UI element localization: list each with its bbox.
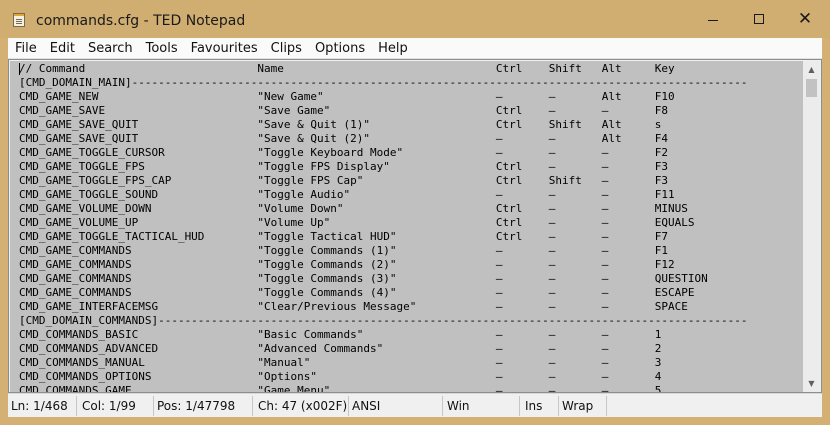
maximize-icon	[754, 14, 764, 24]
chevron-up-icon: ▲	[808, 65, 815, 74]
scroll-up-button[interactable]: ▲	[803, 61, 820, 78]
notepad-icon[interactable]	[13, 13, 25, 27]
close-icon: ✕	[797, 8, 813, 29]
text-line: CMD_GAME_TOGGLE_FPS_CAP "Toggle FPS Cap"…	[19, 174, 669, 187]
menu-clips[interactable]: Clips	[264, 38, 308, 59]
text-line: CMD_GAME_COMMANDS "Toggle Commands (3)" …	[19, 272, 708, 285]
scroll-thumb[interactable]	[806, 79, 817, 97]
text-line: // Command Name Ctrl Shift Alt Key	[19, 62, 675, 75]
window-title: commands.cfg - TED Notepad	[36, 13, 246, 29]
text-caret	[19, 63, 20, 75]
menu-help[interactable]: Help	[371, 38, 414, 59]
status-eol[interactable]: Win	[444, 396, 520, 416]
text-line: CMD_GAME_COMMANDS "Toggle Commands (4)" …	[19, 286, 695, 299]
minimize-icon	[708, 19, 718, 21]
text-line: CMD_GAME_SAVE_QUIT "Save & Quit (2)" – –…	[19, 132, 669, 145]
text-line: CMD_COMMANDS_OPTIONS "Options" – – – 4	[19, 370, 662, 383]
text-line: CMD_GAME_VOLUME_UP "Volume Up" Ctrl – – …	[19, 216, 695, 229]
text-line: CMD_GAME_COMMANDS "Toggle Commands (2)" …	[19, 258, 675, 271]
maximize-button[interactable]	[736, 0, 782, 38]
menu-search[interactable]: Search	[81, 38, 139, 59]
text-line: CMD_GAME_TOGGLE_CURSOR "Toggle Keyboard …	[19, 146, 669, 159]
editor-frame: // Command Name Ctrl Shift Alt Key [CMD_…	[8, 59, 822, 393]
app-window: commands.cfg - TED Notepad ✕ File Edit S…	[0, 0, 830, 425]
text-line: CMD_COMMANDS_ADVANCED "Advanced Commands…	[19, 342, 662, 355]
text-line: CMD_GAME_INTERFACEMSG "Clear/Previous Me…	[19, 300, 688, 313]
text-line: CMD_GAME_TOGGLE_TACTICAL_HUD "Toggle Tac…	[19, 230, 669, 243]
text-line: CMD_COMMANDS_BASIC "Basic Commands" – – …	[19, 328, 662, 341]
status-bar: Ln: 1/468 Col: 1/99 Pos: 1/47798 Ch: 47 …	[8, 393, 822, 417]
text-line: CMD_COMMANDS_MANUAL "Manual" – – – 3	[19, 356, 662, 369]
menu-tools[interactable]: Tools	[139, 38, 184, 59]
text-line: CMD_GAME_TOGGLE_FPS "Toggle FPS Display"…	[19, 160, 669, 173]
status-wrap[interactable]: Wrap	[559, 396, 607, 416]
minimize-button[interactable]	[690, 0, 736, 38]
status-character[interactable]: Ch: 47 (x002F)	[255, 396, 349, 416]
text-line: CMD_GAME_COMMANDS "Toggle Commands (1)" …	[19, 244, 669, 257]
status-encoding[interactable]: ANSI	[349, 396, 443, 416]
text-area[interactable]: // Command Name Ctrl Shift Alt Key [CMD_…	[10, 61, 803, 392]
menu-file[interactable]: File	[8, 38, 43, 59]
status-insert-mode[interactable]: Ins	[522, 396, 559, 416]
close-button[interactable]: ✕	[782, 0, 828, 38]
text-line: CMD_GAME_TOGGLE_SOUND "Toggle Audio" – –…	[19, 188, 675, 201]
text-line: CMD_GAME_SAVE_QUIT "Save & Quit (1)" Ctr…	[19, 118, 662, 131]
text-line: [CMD_DOMAIN_MAIN]-----------------------…	[19, 76, 748, 89]
status-position[interactable]: Pos: 1/47798	[154, 396, 253, 416]
title-bar[interactable]: commands.cfg - TED Notepad ✕	[0, 0, 830, 38]
status-column[interactable]: Col: 1/99	[79, 396, 154, 416]
text-line: CMD_GAME_NEW "New Game" – – Alt F10	[19, 90, 675, 103]
text-line: CMD_GAME_SAVE "Save Game" Ctrl – – F8	[19, 104, 669, 117]
status-line[interactable]: Ln: 1/468	[8, 396, 77, 416]
text-line: [CMD_DOMAIN_COMMANDS]-------------------…	[19, 314, 748, 327]
scroll-down-button[interactable]: ▼	[803, 375, 820, 392]
vertical-scrollbar[interactable]: ▲ ▼	[803, 61, 820, 392]
text-line: CMD_COMMANDS_GAME "Game Menu" – – – 5	[19, 384, 662, 392]
menu-edit[interactable]: Edit	[43, 38, 81, 59]
menu-bar: File Edit Search Tools Favourites Clips …	[8, 38, 822, 59]
menu-favourites[interactable]: Favourites	[184, 38, 264, 59]
text-line: CMD_GAME_VOLUME_DOWN "Volume Down" Ctrl …	[19, 202, 688, 215]
chevron-down-icon: ▼	[808, 379, 815, 388]
menu-options[interactable]: Options	[308, 38, 371, 59]
